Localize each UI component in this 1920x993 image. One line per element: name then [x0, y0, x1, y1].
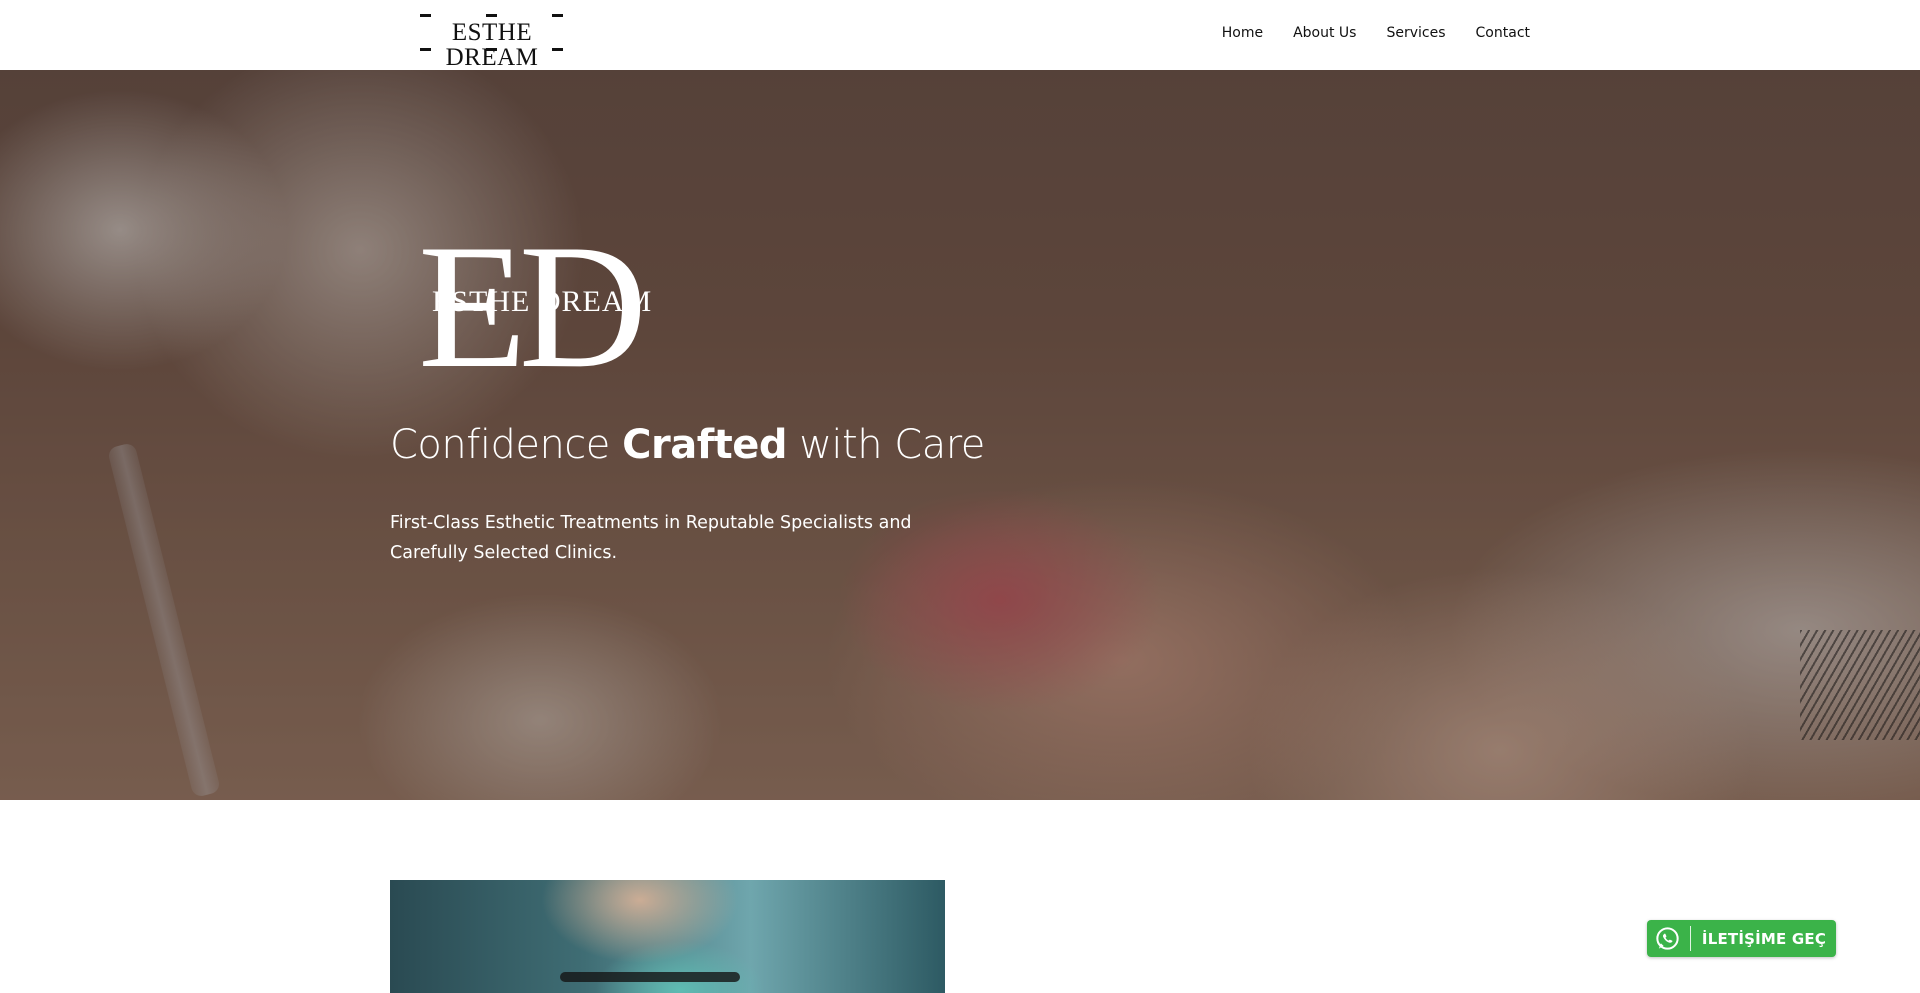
- surgeon-glasses: [560, 972, 740, 982]
- hero-title-bold: Crafted: [622, 422, 787, 468]
- whatsapp-contact-button[interactable]: İLETİŞİME GEÇ: [1647, 920, 1836, 957]
- logo-ornament: [552, 48, 563, 51]
- logo-ornament: [486, 14, 497, 17]
- site-header: ESTHE DREAM Home About Us Services Conta…: [0, 0, 1920, 70]
- hero-subtitle: First-Class Esthetic Treatments in Reput…: [390, 513, 912, 563]
- logo-ornament: [486, 48, 497, 51]
- hero-title: Confidence Crafted with Care: [390, 422, 985, 468]
- logo-ornament: [552, 14, 563, 17]
- nav-home[interactable]: Home: [1222, 25, 1263, 41]
- nav-about-us[interactable]: About Us: [1293, 25, 1356, 41]
- whatsapp-button-label: İLETİŞİME GEÇ: [1701, 930, 1827, 948]
- logo-text: ESTHE DREAM: [445, 19, 539, 71]
- whatsapp-divider: [1690, 926, 1691, 951]
- hero-logo: ED ESTHE DREAM: [418, 217, 651, 395]
- logo-ornament: [420, 14, 431, 17]
- nav-contact[interactable]: Contact: [1476, 25, 1530, 41]
- hero-title-part1: Confidence: [390, 422, 623, 468]
- main-nav: Home About Us Services Contact: [1222, 25, 1530, 41]
- hero-logo-text: ESTHE DREAM: [432, 285, 653, 318]
- surgeon-image: [390, 880, 945, 993]
- nav-services[interactable]: Services: [1386, 25, 1445, 41]
- site-logo[interactable]: ESTHE DREAM: [418, 12, 566, 70]
- whatsapp-icon: [1656, 927, 1679, 950]
- hero-title-part2: with Care: [786, 422, 985, 468]
- logo-ornament: [420, 48, 431, 51]
